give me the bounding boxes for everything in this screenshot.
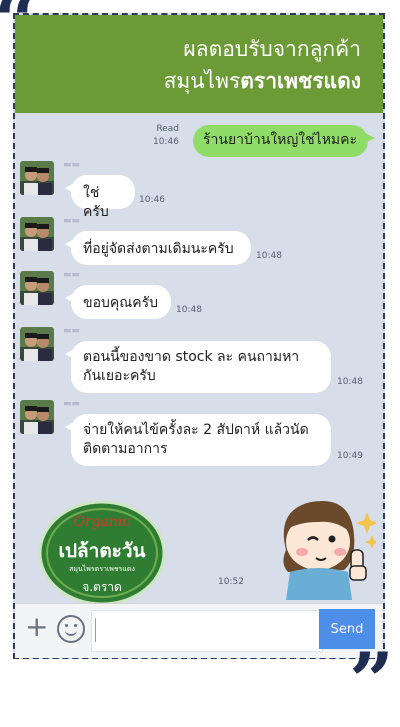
avatar[interactable] [20, 217, 54, 251]
header-title-line2: สมุนไพรตราเพชรแดง [163, 69, 361, 93]
received-message-bubble[interactable]: ขอบคุณครับ [65, 285, 171, 319]
read-receipt: Read 10:46 [153, 123, 179, 149]
brand-logo: Organic เปล้าตะวัน สมุนไพรตราเพชรแดง จ.ต… [38, 500, 166, 606]
sticker-time: 10:52 [218, 577, 244, 587]
received-message-bubble[interactable]: ใช่ครับ [65, 175, 135, 220]
avatar[interactable] [20, 400, 54, 434]
message-text-line: จ่ายให้คนไข้ครั้งละ 2 สัปดาห์ แล้วนัด [83, 422, 309, 438]
message-time: 10:46 [139, 195, 165, 205]
message-text-line: ติดตามอาการ [83, 441, 168, 457]
logo-brand-text: เปล้าตะวัน [58, 540, 146, 562]
close-quote-icon: ” [349, 636, 394, 727]
received-message-bubble[interactable]: จ่ายให้คนไข้ครั้งละ 2 สัปดาห์ แล้วนัด ติ… [65, 414, 331, 466]
avatar[interactable] [20, 327, 54, 361]
message-text-line: กันเยอะครับ [83, 368, 156, 384]
avatar[interactable] [20, 271, 54, 305]
plus-icon[interactable]: + [25, 612, 48, 642]
open-quote-icon: “ [0, 0, 39, 61]
sender-name: ▬▬ [63, 160, 81, 170]
message-text: ที่อยู่จัดส่งตามเดิมนะครับ [83, 241, 234, 257]
logo-province-text: จ.ตราด [82, 580, 122, 594]
message-text-line: ตอนนี้ของขาด stock ละ คนถามหา [83, 349, 300, 365]
avatar[interactable] [20, 161, 54, 195]
avatar-photo-icon [20, 161, 54, 195]
message-time: 10:48 [256, 251, 282, 261]
sender-name: ▬▬ [63, 216, 81, 226]
sent-message-bubble[interactable]: ร้านยาบ้านใหญ่ใช่ไหมคะ [193, 125, 375, 157]
sender-name: ▬▬ [63, 270, 81, 280]
sender-name: ▬▬ [63, 399, 81, 409]
text-cursor [95, 618, 96, 642]
emoji-icon[interactable] [57, 615, 85, 643]
sent-message-text: ร้านยาบ้านใหญ่ใช่ไหมคะ [203, 132, 358, 148]
read-status: Read [156, 124, 179, 134]
sent-time: 10:46 [153, 137, 179, 147]
header-title-line1: ผลตอบรับจากลูกค้า [183, 37, 361, 61]
message-text: ขอบคุณครับ [83, 295, 158, 311]
logo-organic-text: Organic [73, 514, 131, 530]
avatar-photo-icon [20, 217, 54, 251]
message-input-bar: + Send [15, 603, 383, 658]
message-time: 10:49 [337, 451, 363, 461]
message-time: 10:48 [176, 305, 202, 315]
girl-thumbs-up-sticker-icon[interactable] [256, 480, 376, 600]
avatar-photo-icon [20, 327, 54, 361]
received-message-bubble[interactable]: ตอนนี้ของขาด stock ละ คนถามหา กันเยอะครั… [65, 341, 331, 393]
message-text: ใช่ครับ [83, 185, 109, 220]
avatar-photo-icon [20, 271, 54, 305]
message-time: 10:48 [337, 377, 363, 387]
header-banner: ผลตอบรับจากลูกค้า สมุนไพรตราเพชรแดง [15, 15, 383, 113]
sender-name: ▬▬ [63, 326, 81, 336]
avatar-photo-icon [20, 400, 54, 434]
logo-subtitle-text: สมุนไพรตราเพชรแดง [69, 565, 135, 573]
received-message-bubble[interactable]: ที่อยู่จัดส่งตามเดิมนะครับ [65, 231, 251, 265]
message-input[interactable] [91, 610, 323, 652]
